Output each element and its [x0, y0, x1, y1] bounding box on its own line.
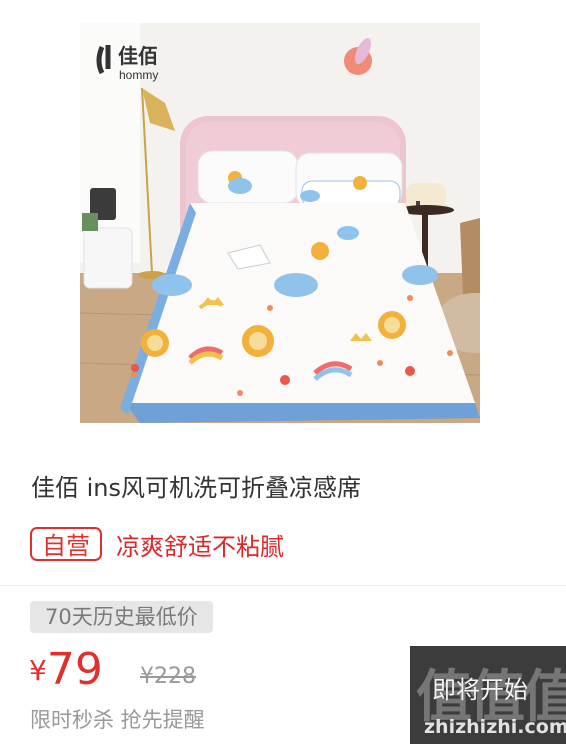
currency-symbol: ¥ [29, 654, 47, 687]
product-title[interactable]: 佳佰 ins风可机洗可折叠凉感席 [31, 468, 361, 503]
self-operated-badge: 自营 [30, 527, 102, 561]
bedroom-photo: 佳佰 hommy [80, 23, 480, 423]
watermark-domain: zhizhizhi.com [424, 716, 566, 738]
coming-soon-button[interactable]: 值值值 即将开始 zhizhizhi.com [410, 646, 566, 744]
lowest-price-badge: 70天历史最低价 [30, 601, 213, 633]
flash-sale-reminder: 限时秒杀 抢先提醒 [30, 708, 205, 732]
product-image[interactable]: 佳佰 hommy [80, 23, 480, 423]
brand-logo-cn: 佳佰 [118, 44, 158, 68]
product-slogan: 凉爽舒适不粘腻 [116, 532, 284, 561]
coming-soon-label: 即将开始 [432, 676, 528, 704]
price-value: 79 [46, 644, 103, 695]
current-price: ¥79 [29, 644, 103, 695]
brand-logo-en: hommy [119, 68, 158, 82]
tag-row: 自营 凉爽舒适不粘腻 [30, 525, 284, 563]
original-price: ¥228 [140, 664, 196, 689]
divider [0, 585, 566, 586]
